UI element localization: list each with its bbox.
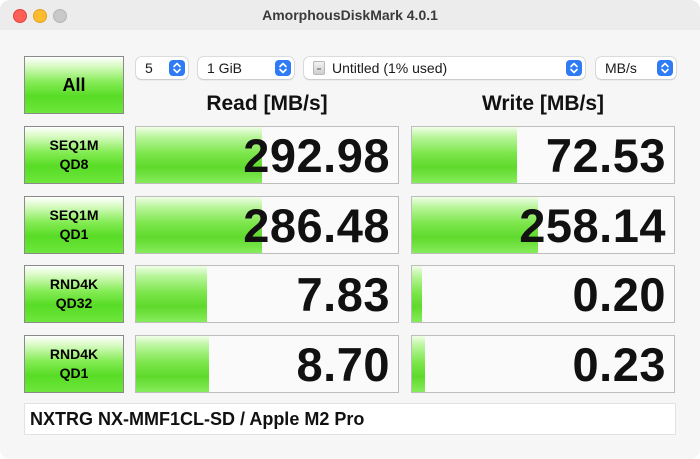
write-result-cell: 258.14 xyxy=(411,196,675,254)
drive-select[interactable]: Untitled (1% used) xyxy=(304,57,585,79)
test-button-rnd4k-qd32[interactable]: RND4K QD32 xyxy=(24,265,124,323)
test-button-rnd4k-qd1[interactable]: RND4K QD1 xyxy=(24,335,124,393)
unit-select[interactable]: MB/s xyxy=(596,57,676,79)
all-button[interactable]: All xyxy=(24,56,124,114)
main-panel: All 5 1 GiB Untitled (1% used) MB/s Read… xyxy=(0,30,700,459)
chevron-updown-icon xyxy=(275,60,291,76)
test-button-seq1m-qd8[interactable]: SEQ1M QD8 xyxy=(24,126,124,184)
read-value: 286.48 xyxy=(243,199,390,252)
drive-value: Untitled (1% used) xyxy=(332,60,448,76)
all-button-label: All xyxy=(62,74,86,95)
write-progress-bar xyxy=(412,127,517,183)
read-header: Read [MB/s] xyxy=(206,92,328,115)
read-value: 292.98 xyxy=(243,129,390,182)
test-button-seq1m-qd1[interactable]: SEQ1M QD1 xyxy=(24,196,124,254)
write-progress-bar xyxy=(412,336,426,392)
test-button-line1: RND4K xyxy=(49,346,99,362)
read-result-cell: 292.98 xyxy=(135,126,399,184)
write-result-cell: 72.53 xyxy=(411,126,675,184)
chevron-updown-icon xyxy=(169,60,185,76)
write-value: 72.53 xyxy=(545,129,666,182)
test-button-line2: QD8 xyxy=(59,156,89,172)
test-size-select[interactable]: 1 GiB xyxy=(198,57,294,79)
test-button-line1: SEQ1M xyxy=(49,207,99,223)
test-button-line2: QD1 xyxy=(59,226,89,242)
read-progress-bar xyxy=(136,266,207,322)
test-button-line2: QD32 xyxy=(55,295,93,311)
test-count-select[interactable]: 5 xyxy=(136,57,188,79)
chevron-updown-icon xyxy=(566,60,582,76)
write-value: 0.23 xyxy=(572,338,666,391)
write-value: 0.20 xyxy=(572,268,666,321)
write-value: 258.14 xyxy=(519,199,666,252)
read-value: 8.70 xyxy=(296,338,390,391)
test-button-line1: SEQ1M xyxy=(49,137,99,153)
comment-field[interactable]: NXTRG NX-MMF1CL-SD / Apple M2 Pro xyxy=(24,403,676,435)
app-window: AmorphousDiskMark 4.0.1 All 5 1 GiB Unti… xyxy=(0,0,700,459)
write-header: Write [MB/s] xyxy=(481,92,605,115)
write-result-cell: 0.20 xyxy=(411,265,675,323)
test-button-line2: QD1 xyxy=(59,365,89,381)
test-button-line1: RND4K xyxy=(49,276,99,292)
title-bar: AmorphousDiskMark 4.0.1 xyxy=(0,0,700,30)
read-progress-bar xyxy=(136,336,210,392)
write-progress-bar xyxy=(412,266,423,322)
read-value: 7.83 xyxy=(296,268,390,321)
read-result-cell: 8.70 xyxy=(135,335,399,393)
write-result-cell: 0.23 xyxy=(411,335,675,393)
drive-icon xyxy=(313,61,325,75)
read-result-cell: 286.48 xyxy=(135,196,399,254)
read-result-cell: 7.83 xyxy=(135,265,399,323)
window-title: AmorphousDiskMark 4.0.1 xyxy=(262,7,438,23)
chevron-updown-icon xyxy=(657,60,673,76)
